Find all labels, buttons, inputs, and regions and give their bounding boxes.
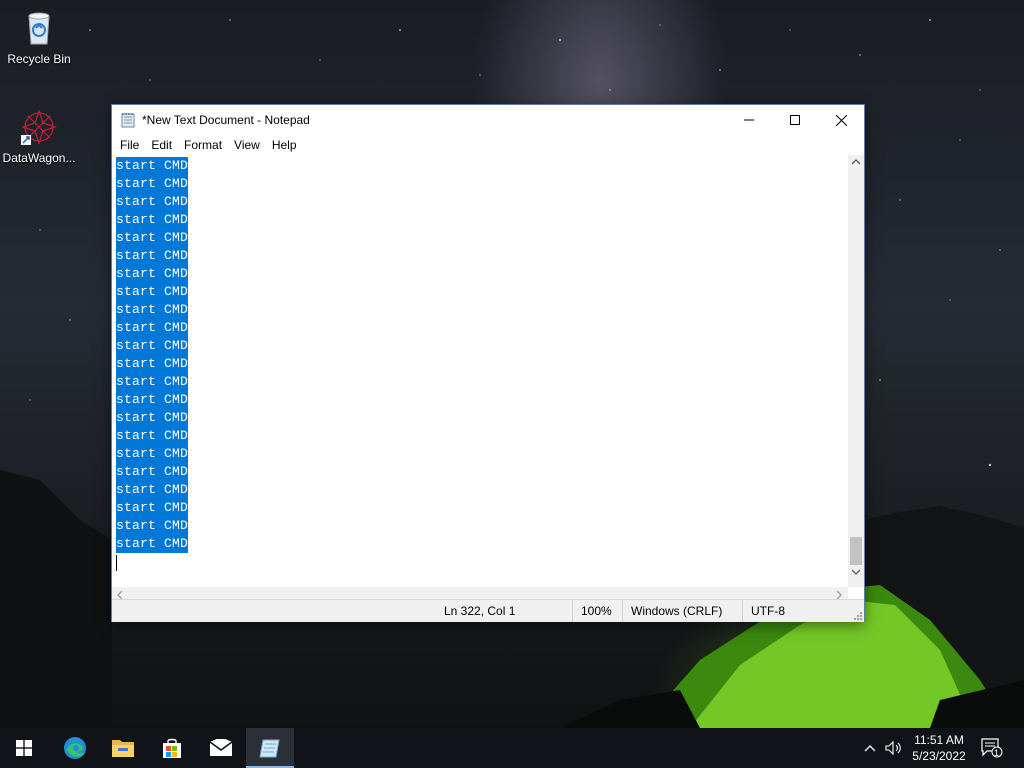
edge-icon (64, 737, 86, 759)
status-line-ending: Windows (CRLF) (622, 600, 722, 622)
scroll-down-icon[interactable] (852, 569, 860, 575)
start-button[interactable] (0, 728, 48, 768)
chevron-up-icon (864, 745, 876, 752)
taskbar: 11:51 AM 5/23/2022 1 (0, 728, 1024, 768)
editor-line: start CMD (116, 373, 189, 391)
vertical-scrollbar[interactable] (848, 155, 864, 587)
status-encoding: UTF-8 (742, 600, 785, 622)
status-cursor-position: Ln 322, Col 1 (444, 604, 516, 618)
menu-help[interactable]: Help (266, 135, 303, 155)
taskbar-notepad[interactable] (246, 728, 294, 768)
editor-line: start CMD (116, 157, 189, 175)
editor-line: start CMD (116, 229, 189, 247)
notepad-window[interactable]: *New Text Document - Notepad File Edit F… (112, 105, 864, 622)
editor-line: start CMD (116, 301, 189, 319)
editor-line: start CMD (116, 337, 189, 355)
taskbar-clock[interactable]: 11:51 AM 5/23/2022 (900, 732, 978, 764)
editor-line: start CMD (116, 535, 189, 553)
mail-icon (209, 739, 233, 756)
editor-line: start CMD (116, 265, 189, 283)
vertical-scroll-thumb[interactable] (850, 537, 862, 565)
scroll-up-icon[interactable] (852, 159, 860, 165)
text-editor-area[interactable]: start CMD start CMD start CMD start CMD star… (112, 155, 848, 587)
desktop-icon-label: DataWagon... (2, 151, 76, 165)
file-explorer-icon (112, 740, 134, 757)
menu-format[interactable]: Format (178, 135, 228, 155)
editor-line: start CMD (116, 427, 189, 445)
editor-line: start CMD (116, 409, 189, 427)
recycle-bin-icon (28, 12, 50, 45)
tray-show-hidden[interactable] (860, 728, 880, 768)
editor-line: start CMD (116, 517, 189, 535)
menu-edit[interactable]: Edit (145, 135, 178, 155)
window-title: *New Text Document - Notepad (142, 113, 310, 127)
title-bar[interactable]: *New Text Document - Notepad (112, 105, 864, 135)
editor-line: start CMD (116, 481, 189, 499)
desktop-icon-recycle-bin[interactable]: Recycle Bin (1, 8, 77, 66)
taskbar-edge[interactable] (51, 728, 99, 768)
editor-line: start CMD (116, 499, 189, 517)
close-button[interactable] (818, 105, 864, 135)
notepad-icon (259, 739, 280, 758)
desktop-icon-datawagon[interactable]: DataWagon... (1, 107, 77, 165)
maximize-icon (790, 115, 800, 125)
datawagon-shortcut-icon (21, 109, 57, 145)
close-icon (835, 114, 847, 126)
menu-view[interactable]: View (228, 135, 266, 155)
editor-line: start CMD (116, 355, 189, 373)
editor-line: start CMD (116, 175, 189, 193)
notification-icon (981, 738, 1003, 758)
action-center-button[interactable]: 1 (980, 728, 1004, 768)
editor-line: start CMD (116, 193, 189, 211)
notepad-app-icon (121, 113, 135, 128)
editor-line: start CMD (116, 463, 189, 481)
store-icon (163, 738, 181, 758)
scroll-right-icon[interactable] (836, 591, 842, 599)
editor-line: start CMD (116, 211, 189, 229)
taskbar-mail[interactable] (197, 728, 245, 768)
resize-grip-icon[interactable] (852, 610, 862, 620)
status-bar: Ln 322, Col 1 100% Windows (CRLF) UTF-8 (112, 599, 864, 622)
editor-line: start CMD (116, 391, 189, 409)
taskbar-file-explorer[interactable] (99, 728, 147, 768)
editor-line: start CMD (116, 283, 189, 301)
minimize-button[interactable] (726, 105, 772, 135)
menu-bar: File Edit Format View Help (112, 135, 864, 155)
clock-time: 11:51 AM (914, 733, 964, 747)
menu-file[interactable]: File (114, 135, 145, 155)
clock-date: 5/23/2022 (912, 749, 966, 763)
editor-line: start CMD (116, 445, 189, 463)
notification-count: 1 (994, 748, 1000, 758)
desktop-icon-label: Recycle Bin (7, 52, 71, 66)
editor-line: start CMD (116, 319, 189, 337)
taskbar-store[interactable] (148, 728, 196, 768)
minimize-icon (744, 119, 754, 121)
editor-line: start CMD (116, 247, 189, 265)
maximize-button[interactable] (772, 105, 818, 135)
scroll-left-icon[interactable] (117, 591, 123, 599)
status-zoom: 100% (572, 600, 612, 622)
start-icon (16, 740, 32, 756)
text-caret (116, 555, 117, 571)
